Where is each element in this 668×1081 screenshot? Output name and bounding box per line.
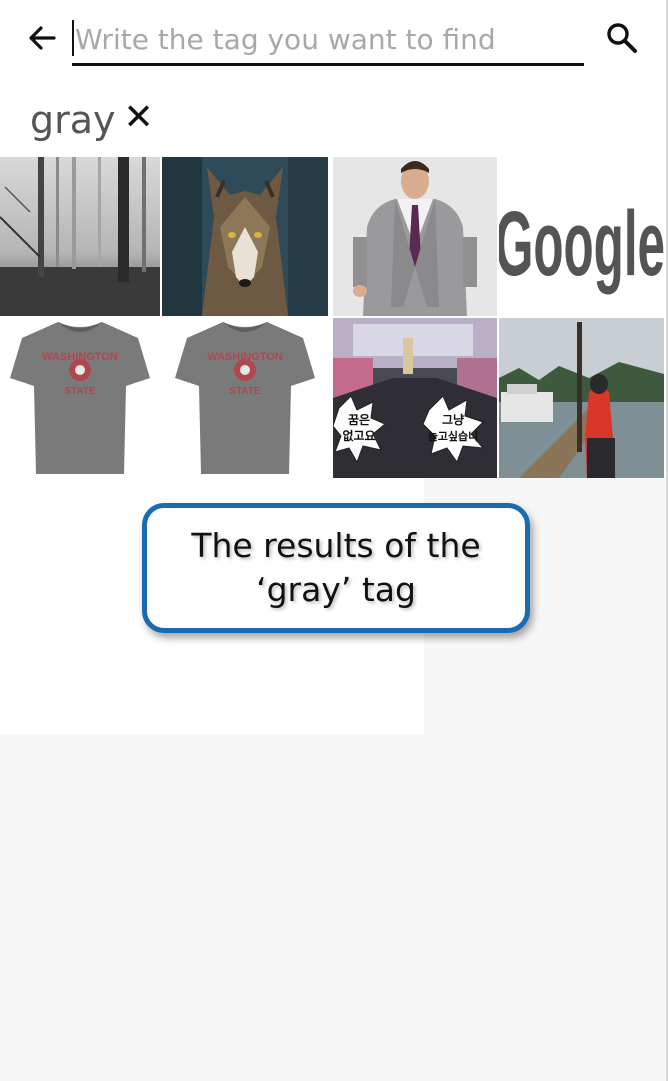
caption-right-line2: 놀고싶습니: [428, 429, 479, 443]
text-caret: [72, 20, 74, 56]
google-logo-text: Google: [499, 193, 664, 295]
wolf-image[interactable]: [162, 157, 328, 316]
close-icon[interactable]: ✕: [124, 100, 154, 136]
search-button[interactable]: [602, 18, 642, 58]
suit-image[interactable]: [333, 157, 497, 316]
search-input[interactable]: [75, 18, 575, 60]
tshirt-image-2[interactable]: WASHINGTON STATE: [162, 318, 328, 478]
search-field[interactable]: [72, 14, 584, 66]
google-logo-image[interactable]: Google: [499, 157, 664, 316]
tv-show-image[interactable]: 꿈은 없고요 그냥 놀고싶습니: [333, 318, 497, 478]
tag-label: gray: [30, 98, 116, 142]
tag-chip: gray ✕: [30, 94, 154, 146]
search-icon: [607, 23, 637, 53]
caption-left-line2: 없고요: [342, 429, 375, 443]
caption-left-line1: 꿈은: [348, 413, 370, 427]
back-button[interactable]: [22, 18, 62, 58]
tshirt-print-bottom: STATE: [64, 386, 96, 397]
forest-image[interactable]: [0, 157, 160, 316]
tshirt-image-1[interactable]: WASHINGTON STATE: [0, 318, 160, 478]
results-callout: The results of the ‘gray’ tag: [142, 503, 530, 633]
dock-image[interactable]: [499, 318, 664, 478]
callout-line-2: ‘gray’ tag: [256, 570, 416, 609]
tshirt-print-bottom: STATE: [229, 386, 261, 397]
caption-right-line1: 그냥: [442, 412, 464, 427]
callout-line-1: The results of the: [191, 526, 481, 565]
back-arrow-icon: [29, 26, 56, 50]
